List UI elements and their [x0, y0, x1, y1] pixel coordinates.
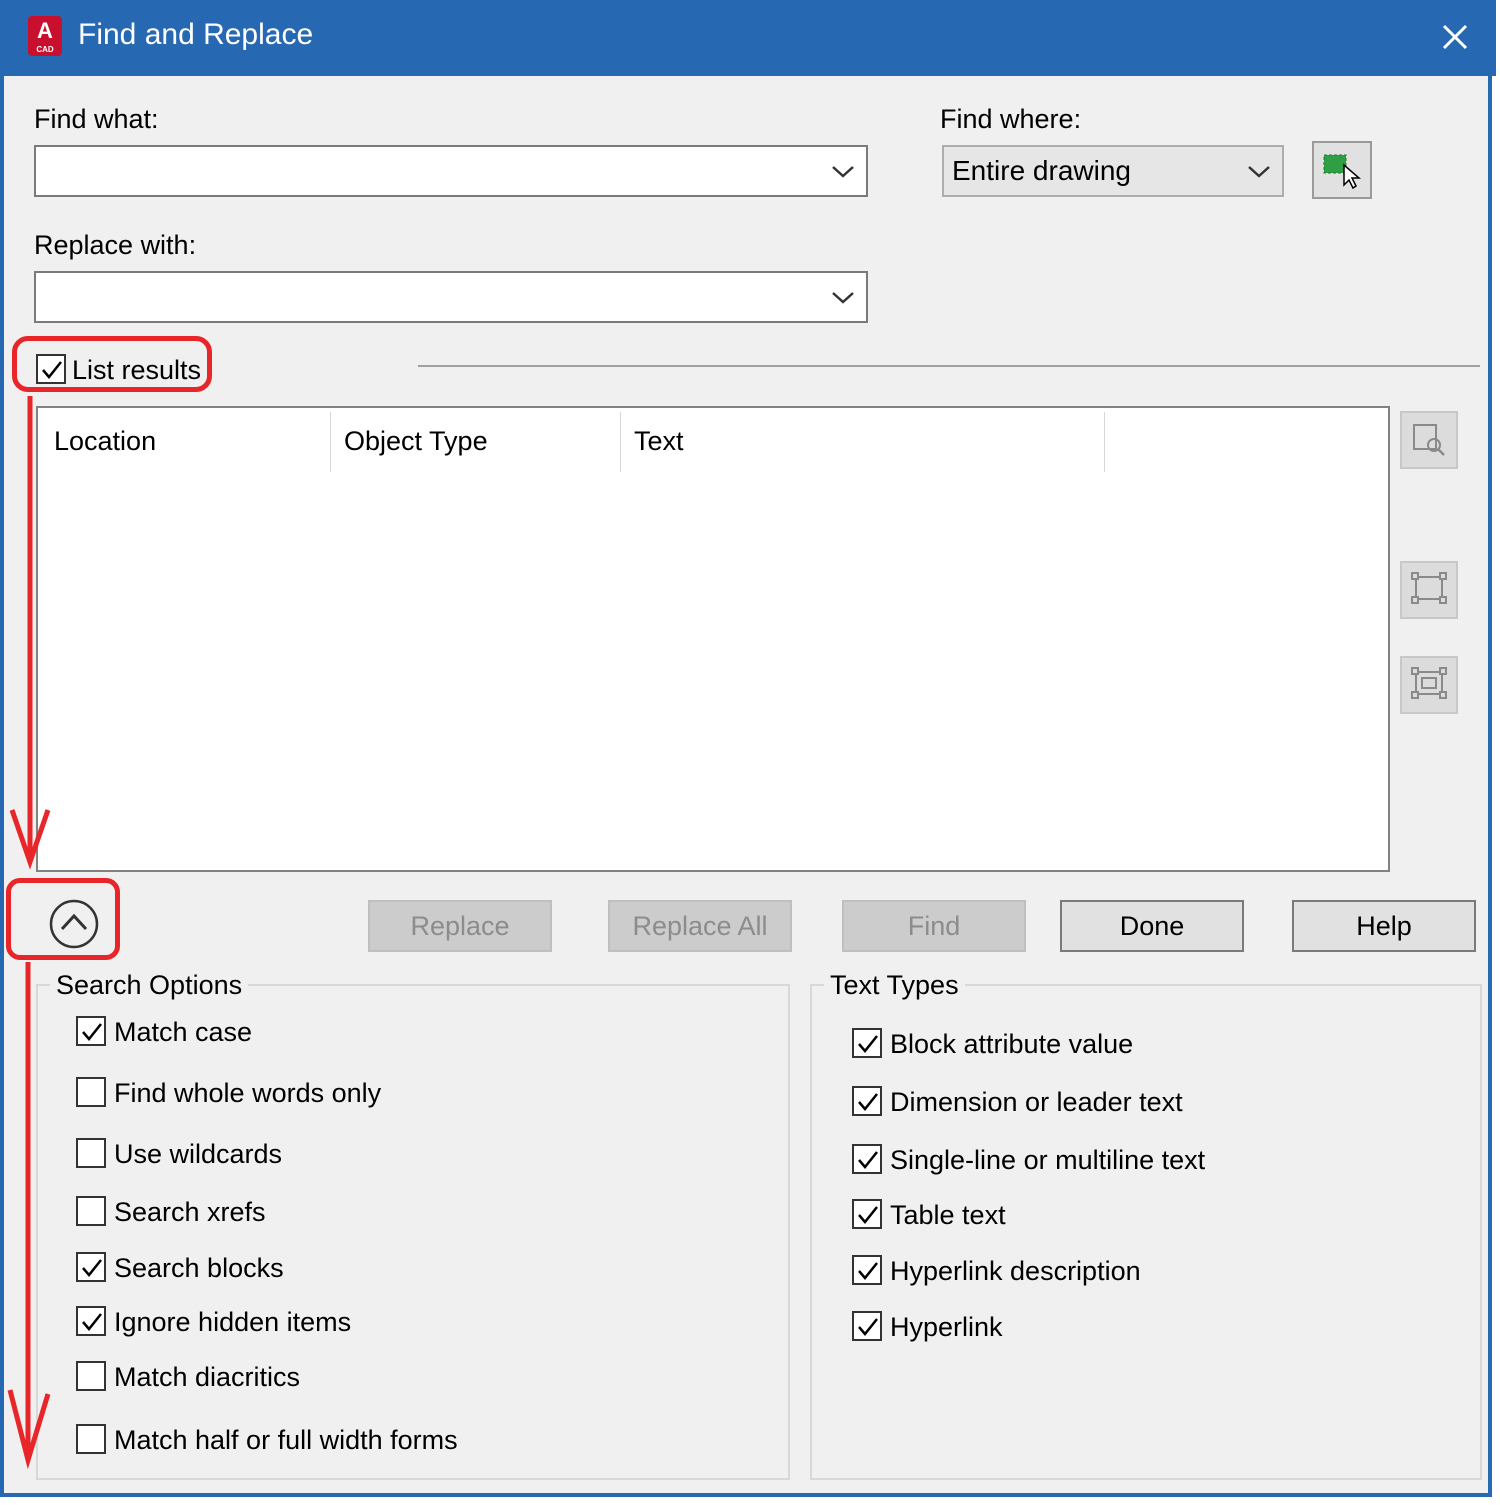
replace-button[interactable]: Replace: [368, 900, 552, 952]
search-option-label: Use wildcards: [114, 1139, 283, 1169]
search-option-checkbox[interactable]: [76, 1077, 106, 1107]
zoom-magnifier-icon: [1413, 424, 1445, 456]
select-objects-icon: [1323, 154, 1362, 190]
text-type-label: Block attribute value: [890, 1029, 1134, 1059]
search-option-label: Search xrefs: [114, 1197, 266, 1227]
results-list[interactable]: Location Object Type Text: [36, 406, 1390, 872]
chevron-down-icon[interactable]: [830, 161, 856, 181]
replace-all-button[interactable]: Replace All: [608, 900, 792, 952]
text-type-label: Single-line or multiline text: [890, 1145, 1206, 1175]
window-title: Find and Replace: [78, 18, 314, 51]
checkmark-icon: [858, 1093, 878, 1111]
selection-set-highlighted-icon: [1411, 667, 1447, 699]
find-what-label: Find what:: [34, 104, 159, 134]
checkmark-icon: [858, 1318, 878, 1336]
checkmark-icon: [82, 1259, 102, 1277]
text-types-title: Text Types: [824, 970, 965, 1001]
checkmark-icon: [858, 1151, 878, 1169]
selection-set-icon: [1411, 572, 1447, 604]
search-option-label: Match diacritics: [114, 1362, 301, 1392]
column-header-object-type[interactable]: Object Type: [344, 426, 488, 457]
app-icon-letter: A: [37, 18, 53, 43]
search-option-checkbox[interactable]: [76, 1016, 106, 1046]
text-type-checkbox[interactable]: [852, 1311, 882, 1341]
text-type-checkbox[interactable]: [852, 1028, 882, 1058]
search-option-label: Find whole words only: [114, 1078, 382, 1108]
find-where-label: Find where:: [940, 104, 1082, 134]
create-selection-set-all-button[interactable]: [1400, 561, 1458, 619]
separator-line: [418, 365, 1480, 367]
replace-with-combobox[interactable]: [34, 271, 868, 323]
search-options-group: [36, 984, 790, 1480]
help-button[interactable]: Help: [1292, 900, 1476, 952]
annotation-arrows: [7, 396, 51, 1470]
search-option-checkbox[interactable]: [76, 1252, 106, 1282]
annotation-highlight-list-results: [12, 336, 212, 392]
text-type-checkbox[interactable]: [852, 1255, 882, 1285]
column-header-text[interactable]: Text: [634, 426, 684, 457]
zoom-to-highlighted-button[interactable]: [1400, 411, 1458, 469]
find-where-select[interactable]: Entire drawing: [942, 145, 1284, 197]
create-selection-set-highlighted-button[interactable]: [1400, 656, 1458, 714]
text-type-label: Hyperlink: [890, 1312, 1003, 1342]
find-replace-dialog: A CAD Find and Replace Find what: Find wh…: [0, 0, 1496, 1497]
text-type-label: Hyperlink description: [890, 1256, 1141, 1286]
find-where-value: Entire drawing: [952, 155, 1131, 186]
find-button[interactable]: Find: [842, 900, 1026, 952]
search-option-checkbox[interactable]: [76, 1306, 106, 1336]
search-option-label: Ignore hidden items: [114, 1307, 352, 1337]
checkmark-icon: [858, 1035, 878, 1053]
checkmark-icon: [82, 1313, 102, 1331]
search-option-checkbox[interactable]: [76, 1138, 106, 1168]
replace-with-label: Replace with:: [34, 230, 197, 260]
search-option-checkbox[interactable]: [76, 1361, 106, 1391]
search-option-checkbox[interactable]: [76, 1424, 106, 1454]
column-divider[interactable]: [620, 412, 621, 472]
search-option-label: Match case: [114, 1017, 253, 1047]
chevron-down-icon[interactable]: [830, 287, 856, 307]
done-button[interactable]: Done: [1060, 900, 1244, 952]
text-type-checkbox[interactable]: [852, 1086, 882, 1116]
text-type-checkbox[interactable]: [852, 1199, 882, 1229]
autocad-app-icon: A CAD: [28, 16, 62, 56]
find-what-combobox[interactable]: [34, 145, 868, 197]
title-bar: A CAD Find and Replace: [4, 0, 1496, 76]
text-type-label: Table text: [890, 1200, 1006, 1230]
search-options-title: Search Options: [50, 970, 249, 1001]
checkmark-icon: [858, 1206, 878, 1224]
close-icon[interactable]: [1432, 14, 1478, 60]
chevron-down-icon[interactable]: [1246, 161, 1272, 181]
checkmark-icon: [858, 1262, 878, 1280]
search-option-label: Match half or full width forms: [114, 1425, 458, 1455]
checkmark-icon: [82, 1023, 102, 1041]
column-divider[interactable]: [330, 412, 331, 472]
search-option-label: Search blocks: [114, 1253, 284, 1283]
search-option-checkbox[interactable]: [76, 1196, 106, 1226]
column-divider[interactable]: [1104, 412, 1105, 472]
app-icon-sub: CAD: [36, 45, 54, 54]
text-type-checkbox[interactable]: [852, 1144, 882, 1174]
column-header-location[interactable]: Location: [54, 426, 156, 457]
select-objects-button[interactable]: [1312, 141, 1372, 199]
text-type-label: Dimension or leader text: [890, 1087, 1183, 1117]
